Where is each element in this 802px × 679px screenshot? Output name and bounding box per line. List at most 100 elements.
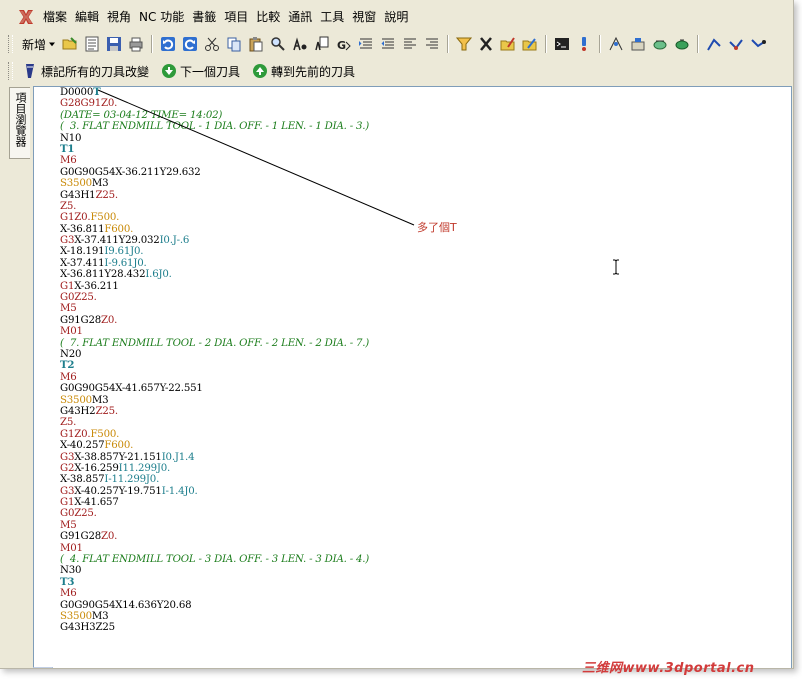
code-token: Z25.	[74, 508, 97, 520]
menu-tools[interactable]: 工具	[316, 8, 348, 26]
edit-folder-icon[interactable]	[499, 35, 517, 53]
code-line: M5	[60, 303, 369, 314]
outdent-icon[interactable]	[379, 35, 397, 53]
folder-pencil-icon[interactable]	[521, 35, 539, 53]
code-token: T3	[60, 575, 75, 588]
funnel-icon[interactable]	[455, 35, 473, 53]
code-token: S3500	[60, 178, 92, 190]
code-line: X-18.191I9.61J0.	[60, 246, 369, 257]
code-token: M3	[91, 610, 109, 622]
previous-arrow-icon	[253, 64, 268, 78]
code-line: D0000T	[60, 87, 369, 98]
code-token: D0000	[60, 87, 94, 98]
replace-icon[interactable]	[313, 35, 331, 53]
save-icon[interactable]	[105, 35, 123, 53]
code-token: G0	[60, 292, 75, 304]
code-line: G28G91Z0.	[60, 98, 369, 109]
code-token: M3	[91, 394, 109, 406]
code-token: G3	[60, 235, 75, 247]
menu-help[interactable]: 說明	[380, 8, 412, 26]
code-token: G91G28	[60, 531, 102, 543]
menu-edit[interactable]: 編輯	[71, 8, 103, 26]
toolbar-grip[interactable]	[8, 62, 13, 80]
code-token: I0.J-.6	[159, 235, 190, 247]
code-line: G3X-40.257Y-19.751I-1.4J0.	[60, 486, 369, 497]
code-token: X-36.811	[60, 223, 105, 235]
code-line: M6	[60, 588, 369, 599]
code-token: G43H2	[60, 405, 96, 417]
tool-path-icon[interactable]	[607, 35, 625, 53]
code-line: ( 4. FLAT ENDMILL TOOL - 3 DIA. OFF. - 3…	[60, 554, 369, 565]
paste-icon[interactable]	[247, 35, 265, 53]
menu-nc-functions[interactable]: NC 功能	[135, 8, 188, 26]
code-line: M01	[60, 326, 369, 337]
code-token: G28G91	[60, 98, 102, 110]
code-token: Z0.	[101, 98, 118, 110]
backplot-icon[interactable]	[673, 35, 691, 53]
code-token: M5	[60, 519, 77, 531]
redo-icon[interactable]	[181, 35, 199, 53]
find-next-icon[interactable]	[291, 35, 309, 53]
toolbar-separator	[697, 35, 700, 53]
axis-icon[interactable]	[705, 35, 723, 53]
goto-icon[interactable]: G	[335, 35, 353, 53]
code-token: S3500	[60, 610, 92, 622]
horizontal-scrollbar[interactable]	[32, 660, 54, 668]
undo-icon[interactable]	[159, 35, 177, 53]
simulate-icon[interactable]	[651, 35, 669, 53]
info-icon[interactable]	[575, 35, 593, 53]
menu-bookmarks[interactable]: 書籤	[188, 8, 220, 26]
axis-move-icon[interactable]	[727, 35, 745, 53]
code-token: I11.299J0.	[118, 462, 171, 474]
align-left-icon[interactable]	[401, 35, 419, 53]
mark-tool-changes-button[interactable]: 標記所有的刀具改變	[18, 63, 153, 80]
code-token: X-40.257	[60, 440, 105, 452]
code-line: G0G90G54X14.636Y20.68	[60, 600, 369, 611]
code-line: X-37.411I-9.61J0.	[60, 258, 369, 269]
menu-compare[interactable]: 比較	[252, 8, 284, 26]
previous-tool-button[interactable]: 轉到先前的刀具	[248, 63, 359, 80]
code-line: G43H2Z25.	[60, 406, 369, 417]
app-logo-icon[interactable]	[17, 8, 37, 26]
code-line: G3X-37.411Y29.032I0.J-.6	[60, 235, 369, 246]
next-tool-button[interactable]: 下一個刀具	[157, 63, 244, 80]
code-token: S3500	[60, 394, 92, 406]
menu-file[interactable]: 檔案	[39, 8, 71, 26]
code-token: M5	[60, 303, 77, 315]
code-line: G43H1Z25.	[60, 190, 369, 201]
code-line: X-38.857I-11.299J0.	[60, 474, 369, 485]
code-token: M6	[60, 155, 77, 167]
code-line: G0G90G54X-36.211Y29.632	[60, 167, 369, 178]
indent-icon[interactable]	[357, 35, 375, 53]
menu-communication[interactable]: 通訊	[284, 8, 316, 26]
x-tool-icon[interactable]	[477, 35, 495, 53]
print-icon[interactable]	[127, 35, 145, 53]
nc-code-editor[interactable]: D0000T G28G91Z0. (DATE= 03-04-12 TIME= 14:…	[33, 86, 792, 668]
svg-text:G: G	[337, 39, 346, 52]
document-list-icon[interactable]	[83, 35, 101, 53]
menu-view[interactable]: 視角	[103, 8, 135, 26]
item-browser-tab[interactable]: 項目瀏覽器	[9, 87, 30, 159]
copy-icon[interactable]	[225, 35, 243, 53]
menu-window[interactable]: 視窗	[348, 8, 380, 26]
console-icon[interactable]	[553, 35, 571, 53]
align-right-icon[interactable]	[423, 35, 441, 53]
menu-items[interactable]: 項目	[220, 8, 252, 26]
new-button[interactable]: 新增	[18, 36, 59, 53]
code-token: N20	[60, 348, 82, 360]
toolbar-grip[interactable]	[8, 35, 13, 53]
code-token: G2	[60, 462, 75, 474]
cut-icon[interactable]	[203, 35, 221, 53]
open-folder-icon[interactable]	[61, 35, 79, 53]
code-token: M6	[60, 588, 77, 600]
code-token: T	[93, 86, 101, 98]
axis-rotate-icon[interactable]	[749, 35, 767, 53]
code-token: M01	[60, 326, 83, 338]
machine-icon[interactable]	[629, 35, 647, 53]
code-line: G0Z25.	[60, 508, 369, 519]
find-icon[interactable]	[269, 35, 287, 53]
code-lines: D0000T G28G91Z0. (DATE= 03-04-12 TIME= 14:…	[60, 87, 369, 634]
code-token: I-1.4J0.	[161, 485, 198, 497]
dropdown-arrow-icon	[49, 42, 56, 47]
code-line: ( 7. FLAT ENDMILL TOOL - 2 DIA. OFF. - 2…	[60, 338, 369, 349]
